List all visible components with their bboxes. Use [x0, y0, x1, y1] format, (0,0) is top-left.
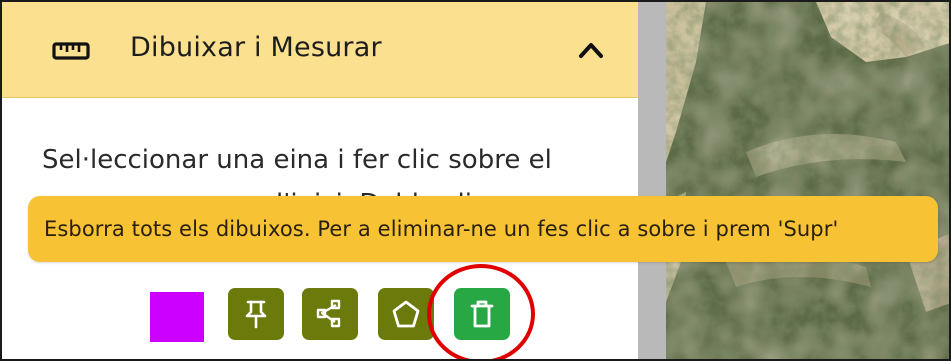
- tooltip-text: Esborra tots els dibuixos. Per a elimina…: [44, 217, 839, 241]
- ruler-icon: [52, 42, 90, 60]
- polygon-tool-button[interactable]: [378, 288, 434, 340]
- delete-all-button[interactable]: [454, 288, 510, 340]
- panel-header[interactable]: Dibuixar i Mesurar: [2, 2, 638, 98]
- pentagon-icon: [392, 300, 420, 328]
- panel-title: Dibuixar i Mesurar: [130, 32, 382, 63]
- satellite-map[interactable]: [666, 2, 949, 359]
- description-line-1: Sel·leccionar una eina i fer clic sobre …: [42, 145, 552, 175]
- draw-measure-panel: Dibuixar i Mesurar Sel·leccionar una ein…: [2, 2, 638, 359]
- delete-all-tooltip: Esborra tots els dibuixos. Per a elimina…: [28, 196, 938, 262]
- polyline-icon: [316, 299, 341, 328]
- map-imagery: [666, 2, 949, 359]
- line-tool-button[interactable]: [302, 288, 358, 340]
- trash-icon: [470, 300, 494, 328]
- color-swatch[interactable]: [150, 292, 204, 342]
- chevron-up-icon[interactable]: [578, 40, 604, 60]
- point-tool-button[interactable]: [228, 288, 284, 340]
- pin-icon: [245, 300, 267, 329]
- panel-divider[interactable]: [638, 2, 666, 359]
- app-frame: Dibuixar i Mesurar Sel·leccionar una ein…: [0, 0, 951, 361]
